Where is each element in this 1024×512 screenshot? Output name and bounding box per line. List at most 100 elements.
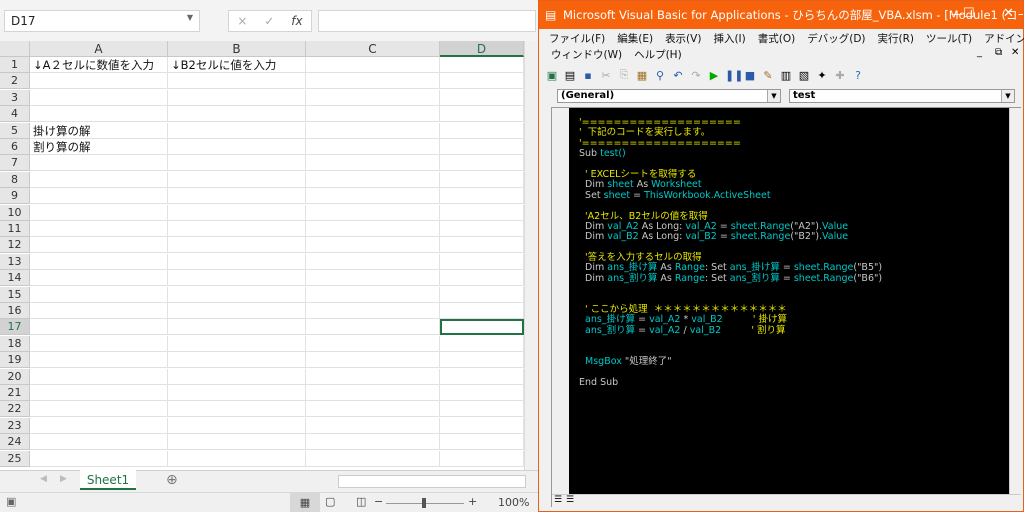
- cell-D2[interactable]: [440, 73, 524, 90]
- menu-item[interactable]: ツール(T): [926, 33, 972, 45]
- row-header-14[interactable]: 14: [0, 270, 30, 287]
- cancel-icon[interactable]: ×: [237, 14, 247, 28]
- row-header-11[interactable]: 11: [0, 221, 30, 237]
- cell-C4[interactable]: [306, 106, 440, 123]
- row-header-4[interactable]: 4: [0, 106, 30, 123]
- cell-C20[interactable]: [306, 368, 440, 385]
- cell-D3[interactable]: [440, 89, 524, 106]
- tab-prev-icon[interactable]: ◀: [40, 474, 47, 484]
- cell-B5[interactable]: [168, 122, 306, 139]
- cell-C14[interactable]: [306, 270, 440, 287]
- row-header-24[interactable]: 24: [0, 434, 30, 451]
- help-icon[interactable]: ?: [851, 69, 865, 82]
- paste-icon[interactable]: ▦: [635, 69, 649, 82]
- cell-A3[interactable]: [30, 89, 168, 106]
- cell-C19[interactable]: [306, 352, 440, 369]
- cell-D17[interactable]: [440, 319, 524, 336]
- formula-bar-input[interactable]: [318, 10, 536, 32]
- zoom-slider-thumb[interactable]: [422, 498, 426, 508]
- code-margin[interactable]: [552, 108, 569, 494]
- excel-view-icon[interactable]: ▣: [545, 69, 559, 82]
- procedure-view-icon[interactable]: ☰: [554, 495, 562, 505]
- undo-icon[interactable]: ↶: [671, 69, 685, 82]
- menu-item[interactable]: ウィンドウ(W): [551, 49, 622, 61]
- cell-B10[interactable]: [168, 204, 306, 221]
- cell-B18[interactable]: [168, 335, 306, 352]
- row-header-6[interactable]: 6: [0, 139, 30, 155]
- cell-D9[interactable]: [440, 188, 524, 205]
- cell-A6[interactable]: 割り算の解: [30, 139, 168, 155]
- cell-A24[interactable]: [30, 434, 168, 451]
- cell-B13[interactable]: [168, 253, 306, 270]
- cell-B16[interactable]: [168, 303, 306, 319]
- cell-D11[interactable]: [440, 221, 524, 237]
- cell-A12[interactable]: [30, 237, 168, 254]
- zoom-out-button[interactable]: −: [374, 495, 383, 508]
- cell-D23[interactable]: [440, 417, 524, 434]
- row-header-9[interactable]: 9: [0, 188, 30, 205]
- cell-C1[interactable]: [306, 57, 440, 73]
- cell-C17[interactable]: [306, 319, 440, 336]
- cell-A15[interactable]: [30, 286, 168, 303]
- child-restore-button[interactable]: ⧉: [995, 47, 1002, 58]
- cell-D19[interactable]: [440, 352, 524, 369]
- row-header-18[interactable]: 18: [0, 335, 30, 352]
- cell-C21[interactable]: [306, 385, 440, 401]
- name-box[interactable]: D17 ▼: [4, 10, 200, 32]
- row-header-13[interactable]: 13: [0, 253, 30, 270]
- cell-B12[interactable]: [168, 237, 306, 254]
- cell-A21[interactable]: [30, 385, 168, 401]
- row-header-17[interactable]: 17: [0, 319, 30, 336]
- cell-D5[interactable]: [440, 122, 524, 139]
- cell-B25[interactable]: [168, 450, 306, 467]
- menu-item[interactable]: デバッグ(D): [807, 33, 865, 45]
- minimize-button[interactable]: —: [951, 7, 963, 21]
- cell-B7[interactable]: [168, 155, 306, 172]
- cell-D7[interactable]: [440, 155, 524, 172]
- row-header-8[interactable]: 8: [0, 171, 30, 188]
- cell-C22[interactable]: [306, 401, 440, 418]
- cell-A9[interactable]: [30, 188, 168, 205]
- cell-C5[interactable]: [306, 122, 440, 139]
- row-header-3[interactable]: 3: [0, 89, 30, 106]
- run-icon[interactable]: ▶: [707, 69, 721, 82]
- reset-icon[interactable]: ■: [743, 69, 757, 82]
- code-editor[interactable]: '==================== ' 下記のコードを実行します。 '===…: [569, 108, 1009, 494]
- cell-A10[interactable]: [30, 204, 168, 221]
- redo-icon[interactable]: ↷: [689, 69, 703, 82]
- cell-D8[interactable]: [440, 171, 524, 188]
- cell-A25[interactable]: [30, 450, 168, 467]
- cell-A22[interactable]: [30, 401, 168, 418]
- column-header-D[interactable]: D: [440, 41, 524, 57]
- cell-B24[interactable]: [168, 434, 306, 451]
- cell-B2[interactable]: [168, 73, 306, 90]
- cell-B23[interactable]: [168, 417, 306, 434]
- row-header-19[interactable]: 19: [0, 352, 30, 369]
- cell-C25[interactable]: [306, 450, 440, 467]
- cell-B14[interactable]: [168, 270, 306, 287]
- find-icon[interactable]: ⚲: [653, 69, 667, 82]
- menu-item[interactable]: 実行(R): [878, 33, 915, 45]
- row-header-2[interactable]: 2: [0, 73, 30, 90]
- row-header-20[interactable]: 20: [0, 368, 30, 385]
- properties-icon[interactable]: ▧: [797, 69, 811, 82]
- normal-view-icon[interactable]: ▦: [290, 493, 320, 512]
- cell-C13[interactable]: [306, 253, 440, 270]
- copy-icon[interactable]: ⎘: [617, 68, 631, 82]
- cell-C18[interactable]: [306, 335, 440, 352]
- cell-D18[interactable]: [440, 335, 524, 352]
- enter-icon[interactable]: ✓: [264, 14, 274, 28]
- cell-A4[interactable]: [30, 106, 168, 123]
- zoom-in-button[interactable]: +: [468, 495, 477, 508]
- menu-item[interactable]: 編集(E): [617, 33, 653, 45]
- add-sheet-button[interactable]: ⊕: [166, 472, 178, 488]
- cell-D24[interactable]: [440, 434, 524, 451]
- cell-C7[interactable]: [306, 155, 440, 172]
- cell-A1[interactable]: ↓A２セルに数値を入力: [30, 57, 168, 73]
- cell-A14[interactable]: [30, 270, 168, 287]
- cell-D10[interactable]: [440, 204, 524, 221]
- full-module-view-icon[interactable]: ☰: [566, 495, 574, 505]
- menu-item[interactable]: アドイン(A): [984, 33, 1024, 45]
- save-icon[interactable]: ▪: [581, 69, 595, 82]
- cell-B19[interactable]: [168, 352, 306, 369]
